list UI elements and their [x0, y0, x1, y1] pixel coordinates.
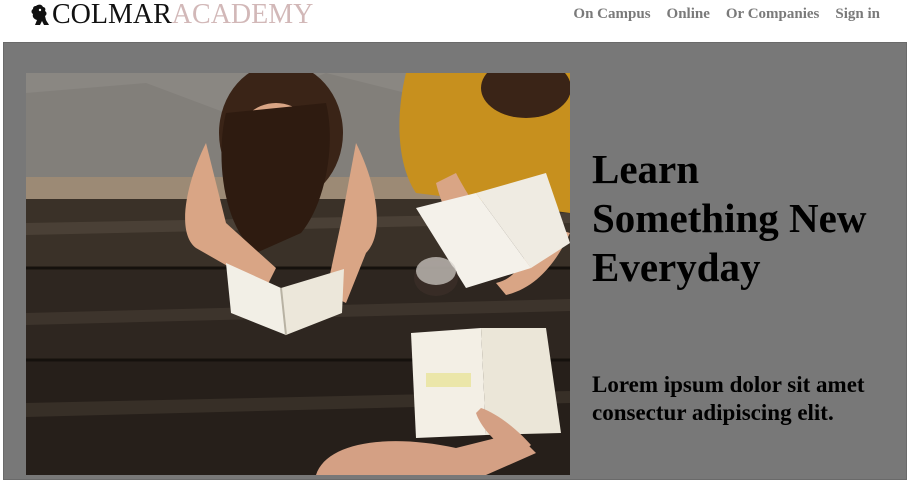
hero-section: Learn Something New Everyday Lorem ipsum…	[3, 42, 907, 480]
site-logo[interactable]: COLMAR ACADEMY	[30, 0, 313, 30]
nav-online[interactable]: Online	[667, 5, 710, 23]
hero-photo	[26, 73, 570, 475]
nav-sign-in[interactable]: Sign in	[835, 5, 880, 23]
nav-on-campus[interactable]: On Campus	[573, 5, 650, 23]
lion-crest-icon	[31, 4, 49, 25]
page: COLMAR ACADEMY On Campus Online Or Compan…	[0, 0, 910, 480]
hero-subheading: Lorem ipsum dolor sit amet consectur adi…	[592, 372, 865, 425]
logo-word-colmar: COLMAR	[52, 0, 172, 30]
site-header: COLMAR ACADEMY On Campus Online Or Compan…	[0, 0, 910, 42]
nav-or-companies[interactable]: Or Companies	[726, 5, 819, 23]
main-nav: On Campus Online Or Companies Sign in	[557, 5, 880, 23]
logo-word-academy: ACADEMY	[171, 0, 314, 30]
hero-heading: Learn Something New Everyday	[592, 146, 867, 290]
study-table-illustration	[26, 73, 570, 475]
